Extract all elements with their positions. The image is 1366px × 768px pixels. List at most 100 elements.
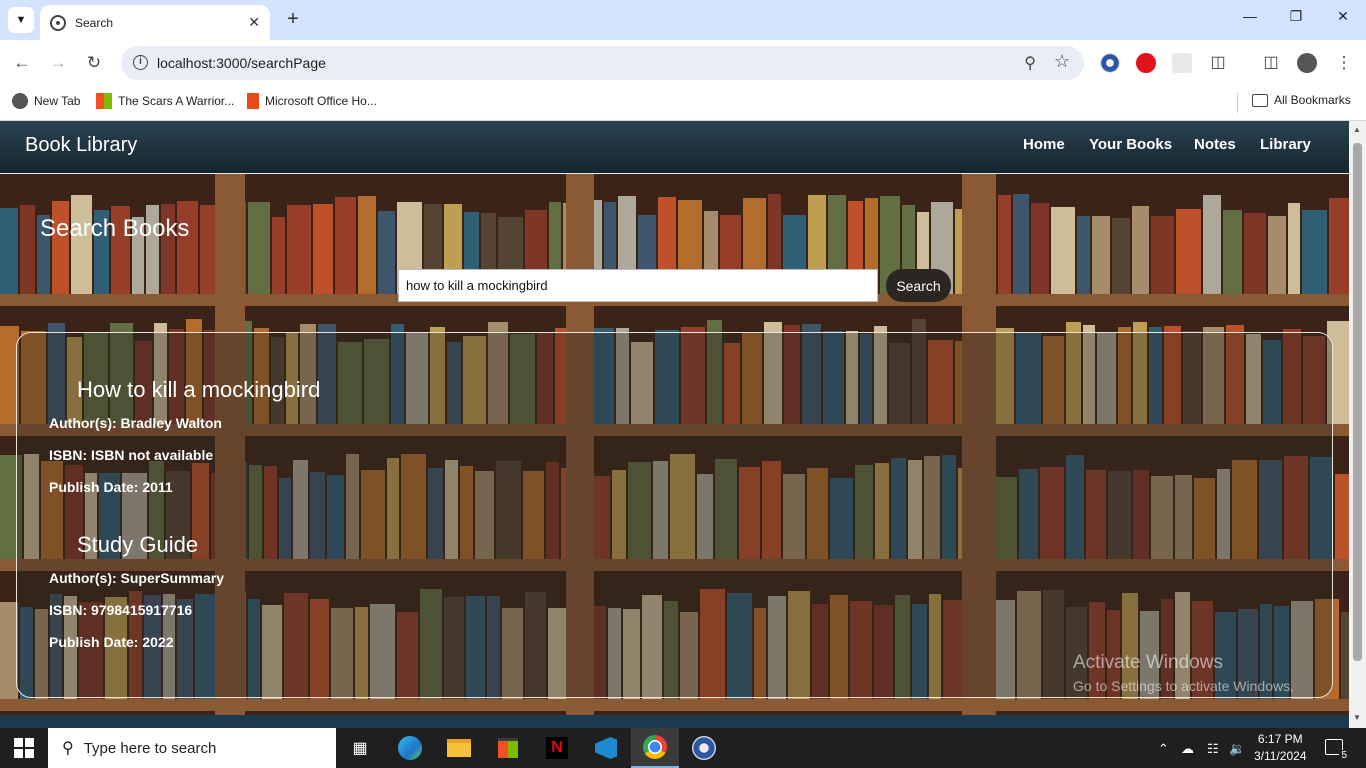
close-icon[interactable]: ✕ — [248, 14, 260, 31]
system-clock[interactable]: 6:17 PM 3/11/2024 — [1254, 731, 1307, 765]
start-button[interactable] — [14, 738, 34, 758]
new-tab-button[interactable]: + — [282, 8, 304, 30]
book-title: Study Guide — [77, 532, 199, 557]
clock-time: 6:17 PM — [1257, 732, 1303, 746]
book-spine — [1302, 210, 1327, 294]
bookmark-label: New Tab — [34, 94, 81, 108]
vscode-app[interactable] — [582, 728, 630, 768]
book-spine — [248, 202, 270, 294]
app-icon — [692, 736, 716, 760]
watermark-subtitle: Go to Settings to activate Windows. — [1073, 678, 1294, 694]
page-footer-strip — [0, 715, 1349, 728]
netflix-app[interactable]: N — [533, 728, 581, 768]
all-bookmarks-button[interactable]: All Bookmarks — [1252, 93, 1351, 107]
book-spine — [1013, 194, 1029, 294]
book-spine — [1341, 612, 1349, 699]
opera-extension-icon[interactable] — [1136, 53, 1156, 73]
nav-link-your-books[interactable]: Your Books — [1089, 136, 1172, 153]
taskbar-search-placeholder: Type here to search — [83, 739, 217, 757]
book-spine — [1329, 198, 1349, 294]
volume-icon[interactable]: 🔉 — [1229, 741, 1245, 757]
browser-tab-active[interactable]: Search ✕ — [40, 5, 270, 40]
page-title: Search Books — [40, 215, 190, 242]
search-input[interactable] — [398, 269, 878, 302]
file-explorer-app[interactable] — [435, 728, 483, 768]
book-spine — [287, 205, 311, 294]
book-spine — [1176, 209, 1201, 294]
bookmark-scars-warrior[interactable]: The Scars A Warrior... — [96, 93, 234, 109]
puzzle-extensions-icon[interactable]: ◫ — [1206, 51, 1230, 75]
address-bar[interactable]: i localhost:3000/searchPage ⚲ ☆ — [121, 46, 1084, 80]
chrome-app[interactable] — [631, 728, 679, 768]
book-spine — [1335, 474, 1349, 559]
zoom-icon[interactable]: ⚲ — [1024, 53, 1036, 73]
bookmark-new-tab[interactable]: New Tab — [12, 93, 80, 109]
store-icon — [498, 738, 518, 758]
site-brand[interactable]: Book Library — [25, 134, 137, 157]
profile-avatar[interactable] — [1297, 53, 1317, 73]
book-spine — [358, 196, 376, 294]
wifi-icon[interactable]: ☷ — [1207, 741, 1219, 757]
restore-button[interactable]: ❐ — [1273, 8, 1319, 25]
tab-search-button[interactable]: ▼ — [8, 7, 34, 33]
url-text[interactable]: localhost:3000/searchPage — [157, 55, 326, 71]
book-spine — [272, 217, 285, 294]
book-spine — [313, 204, 333, 294]
chevron-up-icon[interactable]: ⌃ — [1158, 741, 1169, 757]
page-viewport: Book Library Home Your Books Notes Libra… — [0, 121, 1349, 728]
globe-icon — [50, 14, 66, 31]
book-spine — [1077, 216, 1090, 294]
book-spine — [1112, 218, 1130, 294]
task-view-button[interactable]: ▦ — [336, 728, 384, 768]
browser-toolbar: ← → ↻ i localhost:3000/searchPage ⚲ ☆ ◫ … — [0, 40, 1366, 86]
globe-icon — [12, 93, 28, 109]
close-window-button[interactable]: ✕ — [1320, 8, 1366, 25]
book-spine — [1268, 216, 1286, 294]
scroll-up-icon[interactable]: ▲ — [1353, 125, 1361, 134]
onedrive-icon[interactable]: ☁ — [1181, 741, 1194, 757]
book-spine — [1244, 213, 1266, 294]
forward-button[interactable]: → — [46, 51, 70, 75]
bookmark-label: Microsoft Office Ho... — [265, 94, 377, 108]
chrome-icon — [643, 735, 667, 759]
windows-taskbar: ⚲ Type here to search ▦ N ⌃ ☁ ☷ 🔉 6:17 P… — [0, 728, 1366, 768]
search-button[interactable]: Search — [886, 269, 951, 302]
nav-link-notes[interactable]: Notes — [1194, 136, 1236, 153]
book-result: How to kill a mockingbird Author(s): Bra… — [49, 377, 320, 503]
extension-icon[interactable] — [1100, 53, 1120, 73]
all-bookmarks-label: All Bookmarks — [1274, 93, 1351, 107]
minimize-button[interactable]: — — [1227, 8, 1273, 24]
book-spine — [335, 197, 356, 294]
book-spine — [1223, 210, 1242, 294]
activate-windows-watermark: Activate Windows Go to Settings to activ… — [1073, 652, 1294, 694]
pinned-app[interactable] — [680, 728, 728, 768]
menu-icon[interactable]: ⋮ — [1332, 51, 1356, 75]
info-icon[interactable]: i — [133, 55, 148, 70]
taskbar-search-box[interactable]: ⚲ Type here to search — [48, 728, 336, 768]
shelf-plank — [0, 699, 1349, 711]
reload-button[interactable]: ↻ — [82, 51, 106, 75]
book-isbn: ISBN: 9798415917716 — [49, 602, 193, 618]
microsoft-store-app[interactable] — [484, 728, 532, 768]
scroll-down-icon[interactable]: ▼ — [1353, 713, 1361, 722]
search-icon: ⚲ — [62, 740, 74, 757]
book-publish-date: Publish Date: 2022 — [49, 634, 174, 650]
site-navbar: Book Library Home Your Books Notes Libra… — [0, 121, 1349, 174]
notifications-button[interactable]: 5 — [1325, 739, 1349, 761]
back-button[interactable]: ← — [10, 51, 34, 75]
side-panel-icon[interactable]: ◫ — [1259, 51, 1283, 75]
scrollbar-thumb[interactable] — [1353, 143, 1362, 661]
nav-link-library[interactable]: Library — [1260, 136, 1311, 153]
browser-tabstrip: ▼ Search ✕ + — ❐ ✕ — [0, 0, 1366, 40]
watermark-title: Activate Windows — [1073, 652, 1223, 673]
book-publish-date: Publish Date: 2011 — [49, 479, 173, 495]
office-icon — [247, 93, 259, 109]
folder-icon — [1252, 93, 1268, 107]
edge-app[interactable] — [386, 728, 434, 768]
bookmark-star-icon[interactable]: ☆ — [1054, 51, 1070, 72]
page-scrollbar[interactable]: ▲ ▼ — [1349, 121, 1366, 728]
book-spine — [1151, 216, 1174, 294]
extension-icon[interactable] — [1172, 53, 1192, 73]
bookmark-office-home[interactable]: Microsoft Office Ho... — [247, 93, 377, 109]
nav-link-home[interactable]: Home — [1023, 136, 1065, 153]
